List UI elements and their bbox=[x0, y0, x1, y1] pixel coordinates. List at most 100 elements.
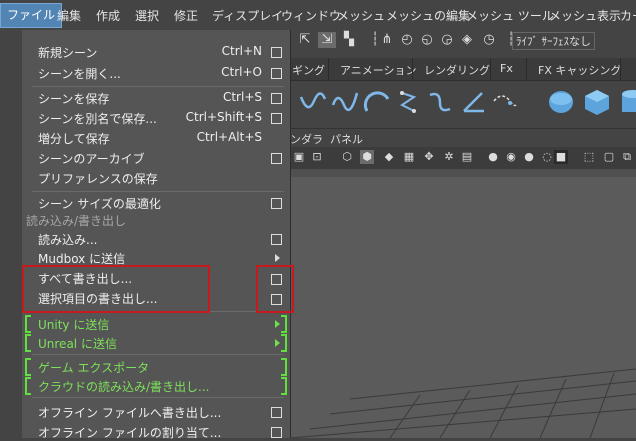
main-menubar: ファイル 編集 作成 選択 修正 ディスプレイ ウィンドウ メッシュ メッシュの… bbox=[0, 0, 636, 30]
menu-item-save-preferences[interactable]: プリファレンスの保存 bbox=[38, 170, 158, 187]
menu-display[interactable]: ディスプレイ bbox=[212, 7, 283, 24]
menu-edit-mesh[interactable]: メッシュの編集 bbox=[386, 7, 470, 24]
menu-item-archive-scene[interactable]: シーンのアーカイブ bbox=[38, 150, 145, 167]
tab-rigging[interactable]: ギング bbox=[292, 62, 325, 78]
option-box-icon[interactable] bbox=[271, 234, 282, 245]
submenu-arrow-icon bbox=[275, 339, 280, 347]
magnet-icon[interactable]: ◷ bbox=[480, 32, 498, 48]
option-box-icon[interactable] bbox=[271, 68, 282, 79]
tab-fx[interactable]: Fx bbox=[500, 62, 513, 75]
tab-animation[interactable]: アニメーション bbox=[340, 62, 417, 78]
lasso-tool-icon[interactable]: ⇲ bbox=[318, 32, 336, 48]
default-material-icon[interactable]: ◆ bbox=[382, 150, 396, 164]
tab-fx-caching[interactable]: FX キャッシング bbox=[538, 62, 621, 78]
menu-item-export-offline-file[interactable]: オフライン ファイルへ書き出し... bbox=[38, 404, 221, 421]
highlight-export-items bbox=[22, 265, 210, 313]
viewport-3d[interactable] bbox=[290, 169, 636, 438]
menu-item-send-to-unity[interactable]: Unity に送信 bbox=[38, 316, 109, 333]
section-import-export: 読み込み/書き出し bbox=[26, 214, 127, 228]
textures-icon[interactable]: ✥ bbox=[422, 150, 436, 164]
option-box-icon[interactable] bbox=[271, 407, 282, 418]
menu-item-game-exporter[interactable]: ゲーム エクスポータ bbox=[38, 359, 149, 376]
option-box-icon[interactable] bbox=[271, 113, 282, 124]
menu-item-import[interactable]: 読み込み... bbox=[38, 231, 97, 248]
pencil-curve-icon[interactable] bbox=[426, 87, 456, 117]
snap-grid-icon[interactable]: ◴ bbox=[398, 32, 416, 48]
file-menu-dropdown: 新規シーン Ctrl+N シーンを開く... Ctrl+O シーンを保存 Ctr… bbox=[0, 30, 291, 441]
panel-menu-bar: ンダラ パネル bbox=[290, 128, 636, 147]
option-box-icon[interactable] bbox=[271, 93, 282, 104]
menu-item-new-scene[interactable]: 新規シーン bbox=[38, 44, 97, 61]
menu-item-increment-save[interactable]: 増分して保存 bbox=[38, 130, 110, 147]
menu-modify[interactable]: 修正 bbox=[174, 7, 198, 24]
option-box-icon[interactable] bbox=[271, 198, 282, 209]
menu-create[interactable]: 作成 bbox=[96, 7, 120, 24]
shadows-icon[interactable]: ▤ bbox=[460, 150, 474, 164]
smooth-shade-icon[interactable]: ⬢ bbox=[360, 150, 374, 164]
grid-toggle-icon[interactable]: ⧉ bbox=[620, 150, 634, 164]
polygon-cube-icon[interactable] bbox=[582, 87, 612, 117]
menu-edit[interactable]: 編集 bbox=[57, 7, 81, 24]
menu-item-save-scene-as[interactable]: シーンを別名で保存... bbox=[38, 110, 157, 127]
tab-rendering[interactable]: レンダリング bbox=[424, 62, 490, 78]
wireframe-icon[interactable]: ⬡ bbox=[340, 150, 354, 164]
ambient-occlusion-icon[interactable]: ◌ bbox=[540, 150, 554, 164]
shelf-tab-bar: ギング アニメーション レンダリング Fx FX キャッシング bbox=[290, 58, 636, 81]
menu-renderer[interactable]: ンダラ bbox=[290, 131, 323, 147]
snap-surface-icon[interactable]: ◈ bbox=[458, 32, 476, 48]
xray-icon[interactable]: ◉ bbox=[504, 150, 518, 164]
camera-icon[interactable]: ⬚ bbox=[582, 150, 596, 164]
polygon-sphere-icon[interactable] bbox=[546, 87, 576, 117]
arc-icon[interactable] bbox=[362, 87, 392, 117]
submenu-arrow-icon bbox=[275, 320, 280, 328]
shelf-icons bbox=[290, 81, 636, 125]
menu-windows[interactable]: ウィンドウ bbox=[281, 7, 341, 24]
camera-gate-icon[interactable]: ▣ bbox=[292, 150, 306, 164]
curve-wave-icon[interactable] bbox=[298, 87, 328, 117]
snap-curve-icon[interactable]: ◵ bbox=[418, 32, 436, 48]
polygon-cylinder-icon[interactable] bbox=[618, 87, 636, 117]
option-box-icon[interactable] bbox=[271, 153, 282, 164]
live-surface-field[interactable]: ﾗｲﾌﾞ ｻｰﾌｪｽなし bbox=[512, 32, 595, 50]
menu-item-optimize-scene-size[interactable]: シーン サイズの最適化 bbox=[38, 195, 161, 212]
resolution-gate-icon[interactable]: ▢ bbox=[602, 150, 616, 164]
select-tool-icon[interactable]: ⇱ bbox=[296, 32, 314, 48]
lights-icon[interactable]: ✲ bbox=[442, 150, 456, 164]
menu-item-cloud-import-export[interactable]: クラウドの読み込み/書き出し... bbox=[38, 378, 210, 395]
menu-panels[interactable]: パネル bbox=[330, 131, 363, 147]
film-gate-icon[interactable]: ⊡ bbox=[310, 150, 324, 164]
menu-item-assign-offline-file[interactable]: オフライン ファイルの割り当て... bbox=[38, 424, 221, 441]
shortcut-save-scene-as: Ctrl+Shift+S bbox=[185, 110, 262, 124]
curve-ep-icon[interactable] bbox=[330, 87, 360, 117]
menu-item-save-scene[interactable]: シーンを保存 bbox=[38, 90, 109, 107]
textured-icon[interactable]: ▦ bbox=[402, 150, 416, 164]
menu-item-send-to-unreal[interactable]: Unreal に送信 bbox=[38, 335, 117, 352]
menu-mesh[interactable]: メッシュ bbox=[337, 7, 385, 24]
shortcut-open-scene: Ctrl+O bbox=[221, 65, 262, 79]
menu-file[interactable]: ファイル bbox=[0, 3, 63, 28]
paint-select-icon[interactable]: ▚ bbox=[340, 32, 358, 48]
option-box-icon[interactable] bbox=[271, 427, 282, 438]
bezier-icon[interactable] bbox=[394, 87, 424, 117]
option-box-icon[interactable] bbox=[271, 47, 282, 58]
shortcut-new-scene: Ctrl+N bbox=[221, 44, 262, 58]
menu-mesh-tools[interactable]: メッシュ ツール bbox=[466, 7, 554, 24]
panel-toolbar: ▣ ⊡ ⬡ ⬢ ◆ ▦ ✥ ✲ ▤ ● ◉ ● ◌ ■ ⬚ ▢ ⧉ bbox=[290, 147, 636, 169]
xray-joints-icon[interactable]: ● bbox=[522, 150, 536, 164]
isolate-icon[interactable]: ● bbox=[486, 150, 500, 164]
shortcut-increment-save: Ctrl+Alt+S bbox=[196, 130, 262, 144]
menu-mesh-display[interactable]: メッシュ表示 bbox=[549, 7, 621, 24]
status-line-toolbar: ⇱ ⇲ ▚ ┆ ⋔ ◴ ◵ ◶ ◈ ◷ ┆ ﾗｲﾌﾞ ｻｰﾌｪｽなし bbox=[290, 30, 636, 52]
snap-point-icon[interactable]: ⋔ bbox=[378, 32, 396, 48]
viewport-grid bbox=[290, 368, 636, 438]
edit-points-icon[interactable] bbox=[490, 87, 520, 117]
sweep-icon[interactable] bbox=[458, 87, 488, 117]
menu-item-open-scene[interactable]: シーンを開く... bbox=[38, 65, 121, 82]
menu-select[interactable]: 選択 bbox=[135, 7, 159, 24]
highlight-option-boxes bbox=[256, 265, 294, 313]
snap-view-icon[interactable]: ◶ bbox=[438, 32, 456, 48]
shortcut-save-scene: Ctrl+S bbox=[222, 90, 262, 104]
motion-blur-icon[interactable]: ■ bbox=[554, 150, 568, 164]
menu-curves[interactable]: カー bbox=[620, 7, 636, 24]
submenu-arrow-icon bbox=[275, 254, 280, 262]
